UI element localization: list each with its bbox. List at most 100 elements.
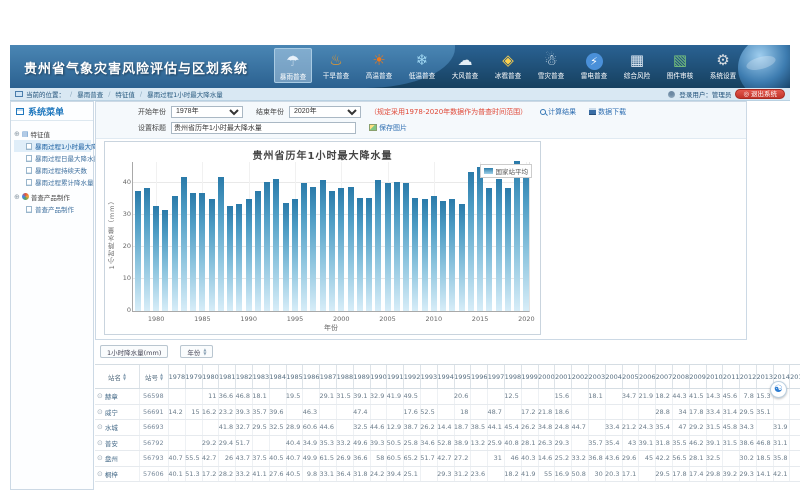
value-cell-2015 [790,436,800,451]
value-cell-2013 [757,420,774,435]
sidebar-item-product-making[interactable]: 普查产品制作 [14,203,91,215]
sidebar-item-accumulated-precip[interactable]: 暴雨过程累计降水量 [14,176,91,188]
value-cell-2013: 18.5 [757,451,774,466]
value-cell-2012: 38.6 [740,436,757,451]
bar-1983 [181,177,187,311]
end-year-label: 结束年份 [256,107,284,117]
value-cell-1999: 17.2 [522,405,539,420]
bar-1986 [209,199,215,311]
table-row-56693[interactable]: ⊙水城5669341.832.729.532.528.960.644.632.5… [95,420,800,436]
value-cell-1980: 42.7 [203,451,220,466]
sort-arrows-icon[interactable]: ▲▼ [203,348,206,355]
row-select-radio[interactable]: ⊙ [97,439,103,447]
value-cell-1981: 29.4 [219,436,236,451]
row-select-radio[interactable]: ⊙ [97,392,103,400]
value-cell-1991: 50.5 [387,436,404,451]
year-sort-chip[interactable]: 年份▲▼ [180,345,213,358]
value-cell-2002 [572,436,589,451]
header-year-2007: 2007 [656,365,673,388]
sidebar-group-product-making[interactable]: ⊕ 普查产品制作 [14,190,91,203]
bar-1978 [135,191,141,311]
value-cell-2015 [790,389,800,404]
download-data-button[interactable]: 数据下载 [589,107,626,117]
nav-item-rainstorm-survey[interactable]: ☂暴雨普查 [274,48,312,83]
sidebar-group-characteristic-values[interactable]: ⊕ ▤ 特征值 [14,127,91,140]
nav-item-wind-survey[interactable]: ☁大风普查 [446,48,484,83]
sidebar-item-duration-days[interactable]: 暴雨过程持续天数 [14,164,91,176]
nav-item-map-review[interactable]: ▧图件审核 [661,48,699,83]
station-id-cell: 56693 [140,420,169,435]
nav-item-comprehensive-risk[interactable]: ▦综合风险 [618,48,656,83]
sort-arrows-icon[interactable]: ▲▼ [160,373,163,380]
value-cell-1978 [169,389,186,404]
bar-2006 [394,182,400,311]
breadcrumb-item-3[interactable]: 暴雨过程1小时最大降水量 [147,89,223,99]
logout-button[interactable]: ◎退出系统 [735,89,785,99]
nav-item-low-temp-survey[interactable]: ❄低温普查 [403,48,441,83]
save-image-button[interactable]: 保存图片 [369,123,407,133]
nav-item-system-settings[interactable]: ⚙系统设置 [704,48,742,83]
header-station-id[interactable]: 站号▲▼ [140,365,169,388]
value-cell-2007: 28.8 [656,405,673,420]
value-cell-1996 [471,389,488,404]
value-cell-1989: 32.5 [354,420,371,435]
legend-label: 国家站平均 [496,166,529,176]
nav-item-high-temp-survey[interactable]: ☀高温普查 [360,48,398,83]
table-row-57606[interactable]: ⊙桐梓5760640.151.317.228.233.241.127.640.5… [95,467,800,483]
value-filter-chip[interactable]: 1小时降水量(mm) [100,345,168,358]
expand-icon[interactable]: ⊕ [14,193,20,201]
value-cell-2005: 34.7 [623,389,640,404]
row-select-radio[interactable]: ⊙ [97,470,103,478]
value-cell-2008: 35.5 [673,436,690,451]
value-cell-1986: 34.9 [303,436,320,451]
header-year-1985: 1985 [287,365,304,388]
station-id-cell: 56598 [140,389,169,404]
header-year-2001: 2001 [555,365,572,388]
value-cell-1980 [203,420,220,435]
table-row-56598[interactable]: ⊙赫章565981136.646.818.119.529.131.539.132… [95,389,800,405]
table-row-56691[interactable]: ⊙威宁5669114.21516.223.239.335.739.646.347… [95,405,800,421]
start-year-select[interactable]: 1978年 [171,106,243,118]
breadcrumb-item-1[interactable]: 暴雨普查 [77,89,103,99]
row-select-radio[interactable]: ⊙ [97,423,103,431]
value-cell-1987 [320,405,337,420]
value-cell-2000: 21.8 [539,405,556,420]
value-cell-1996 [471,451,488,466]
sort-arrows-icon[interactable]: ▲▼ [123,373,126,380]
value-cell-1978: 14.2 [169,405,186,420]
value-cell-2004: 35.4 [606,436,623,451]
table-row-56792[interactable]: ⊙普安5679229.229.451.740.434.935.333.249.6… [95,436,800,452]
sidebar-item-1h-max-precip[interactable]: 暴雨过程1小时最大降水量 [14,140,91,152]
sidebar-item-daily-max-precip[interactable]: 暴雨过程日最大降水量 [14,152,91,164]
expand-icon[interactable]: ⊕ [14,130,20,138]
power-icon: ◎ [743,90,749,98]
chart-title-input[interactable] [171,122,356,134]
nav-item-label: 系统设置 [705,71,741,81]
calculate-button[interactable]: 计算结果 [540,107,576,117]
bar-1979 [144,188,150,311]
row-select-radio[interactable]: ⊙ [97,454,103,462]
floating-weather-widget-icon[interactable]: ☯ [770,381,787,398]
header-year-1996: 1996 [471,365,488,388]
value-cell-2014 [774,405,791,420]
x-tick-label: 2005 [379,315,396,323]
row-select-radio[interactable]: ⊙ [97,408,103,416]
value-cell-2008: 17.8 [673,467,690,482]
end-year-select[interactable]: 2020年 [289,106,361,118]
bar-2005 [385,183,391,311]
value-cell-2006 [639,467,656,482]
value-cell-2000 [539,389,556,404]
breadcrumb-item-2[interactable]: 特征值 [115,89,135,99]
value-cell-1983: 37.5 [253,451,270,466]
nav-item-hail-survey[interactable]: ◈冰雹普查 [489,48,527,83]
value-cell-2005: 43 [623,436,640,451]
nav-item-label: 图件审核 [662,71,698,81]
nav-item-snow-survey[interactable]: ☃雪灾普查 [532,48,570,83]
nav-item-lightning-survey[interactable]: ⚡雷电普查 [575,48,613,83]
value-cell-1984: 32.5 [270,420,287,435]
header-station-name[interactable]: 站名▲▼ [95,365,140,388]
value-cell-1990: 32.9 [371,389,388,404]
value-cell-2008: 47 [673,420,690,435]
nav-item-drought-survey[interactable]: ♨干旱普查 [317,48,355,83]
table-row-56793[interactable]: ⊙盘州5679340.755.542.72643.737.540.540.749… [95,451,800,467]
